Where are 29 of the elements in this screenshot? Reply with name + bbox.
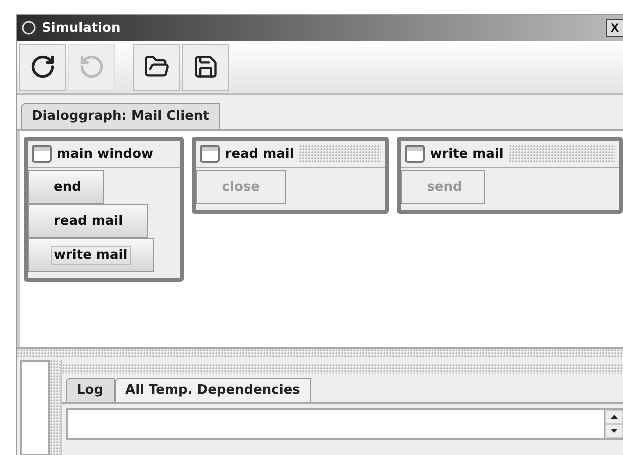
window-title: Simulation (42, 20, 122, 36)
app-icon (20, 19, 38, 37)
node-title: write mail (430, 146, 504, 162)
up-arrow-icon (610, 415, 618, 419)
toolbar-button[interactable] (133, 44, 180, 90)
down-arrow-icon (610, 429, 618, 433)
splitter-handle[interactable] (62, 364, 623, 374)
node-title: read mail (225, 146, 294, 162)
dialog-node[interactable]: main window end read mail write mail (24, 137, 184, 282)
window-icon (405, 145, 426, 163)
window-icon (32, 145, 52, 163)
window-close-button[interactable]: X (606, 19, 623, 37)
circular-arrow-icon (78, 54, 104, 80)
node-button[interactable]: read mail (28, 204, 148, 238)
splitter-handle[interactable] (50, 360, 62, 455)
scroll-up-button[interactable] (605, 410, 623, 424)
toolbar-button[interactable] (19, 44, 66, 90)
node-button[interactable]: end (28, 170, 104, 204)
toolbar-button[interactable] (182, 44, 229, 90)
tab[interactable]: Dialoggraph: Mail Client (21, 103, 220, 129)
node-title: main window (57, 146, 154, 162)
scroll-down-button[interactable] (605, 424, 623, 438)
node-button[interactable]: write mail (28, 238, 154, 272)
splitter-handle[interactable] (17, 347, 623, 358)
tab[interactable]: Log (66, 378, 115, 402)
tab[interactable]: All Temp. Dependencies (114, 378, 312, 402)
window-icon (200, 145, 220, 163)
circular-arrow-icon (30, 54, 56, 80)
log-field[interactable] (66, 408, 623, 440)
